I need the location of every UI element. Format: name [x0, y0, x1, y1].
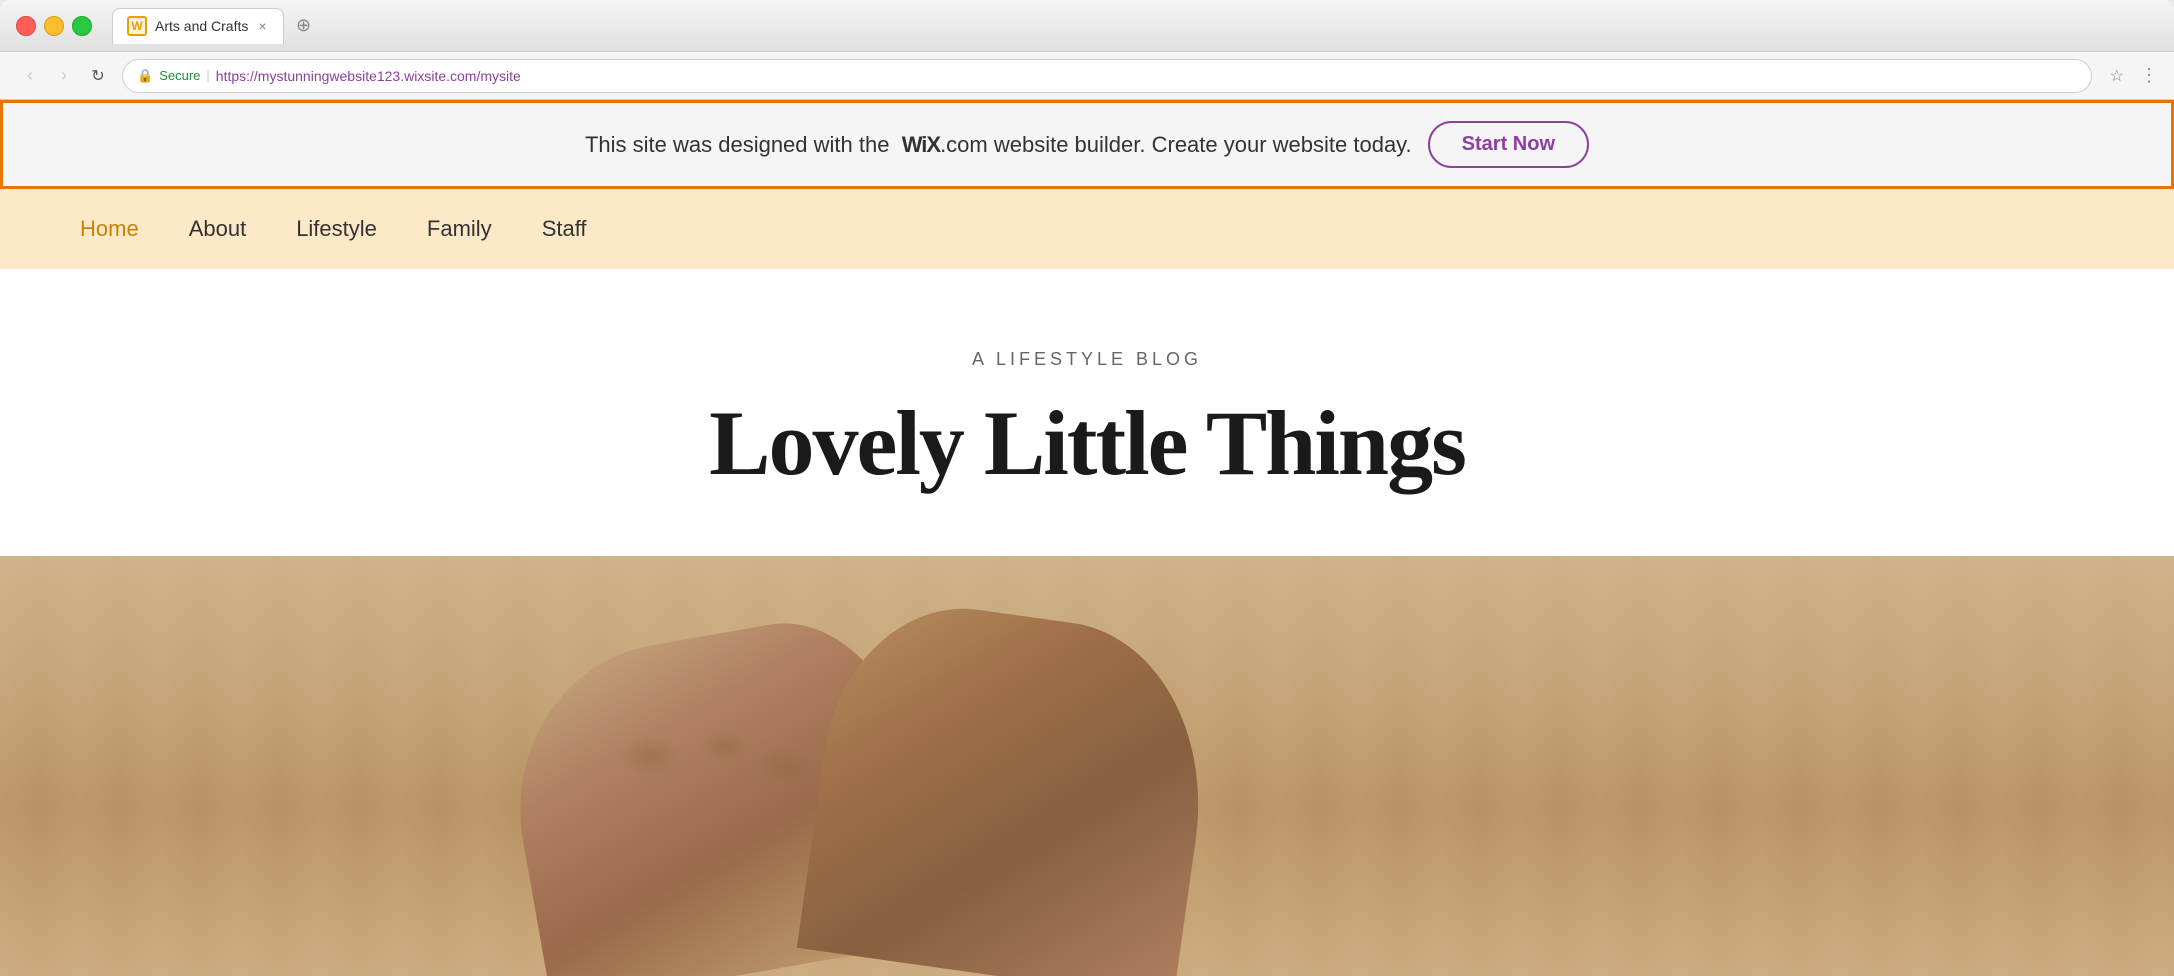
- back-button[interactable]: ‹: [16, 62, 44, 90]
- url-bar[interactable]: 🔒 Secure | https://mystunningwebsite123.…: [122, 59, 2092, 93]
- url-separator: |: [206, 68, 209, 83]
- address-bar: ‹ › ↻ 🔒 Secure | https://mystunningwebsi…: [0, 52, 2174, 100]
- forward-button[interactable]: ›: [50, 62, 78, 90]
- secure-label: Secure: [159, 68, 200, 83]
- minimize-button[interactable]: [44, 16, 64, 36]
- hero-subtitle: A LIFESTYLE BLOG: [0, 349, 2174, 370]
- new-tab-button[interactable]: ⊕: [288, 10, 320, 42]
- site-navigation: Home About Lifestyle Family Staff: [0, 189, 2174, 269]
- close-button[interactable]: [16, 16, 36, 36]
- nav-item-staff[interactable]: Staff: [542, 208, 587, 250]
- browser-tab[interactable]: W Arts and Crafts ×: [112, 8, 284, 44]
- more-options-icon[interactable]: ⋮: [2140, 65, 2158, 86]
- traffic-lights: [16, 16, 92, 36]
- nav-item-family[interactable]: Family: [427, 208, 492, 250]
- hero-image: [0, 556, 2174, 976]
- tab-close-button[interactable]: ×: [256, 18, 268, 34]
- browser-content: This site was designed with the WiX.com …: [0, 100, 2174, 976]
- tab-bar: W Arts and Crafts × ⊕: [112, 8, 2158, 44]
- hero-title: Lovely Little Things: [0, 390, 2174, 496]
- wix-banner: This site was designed with the WiX.com …: [0, 100, 2174, 189]
- url-display: https://mystunningwebsite123.wixsite.com…: [216, 68, 2077, 84]
- browser-window: W Arts and Crafts × ⊕ ‹ › ↻ 🔒 Secure |: [0, 0, 2174, 976]
- reload-button[interactable]: ↻: [84, 62, 112, 90]
- nav-item-home[interactable]: Home: [80, 208, 139, 250]
- start-now-button[interactable]: Start Now: [1428, 121, 1589, 168]
- nav-item-lifestyle[interactable]: Lifestyle: [296, 208, 377, 250]
- secure-lock-icon: 🔒: [137, 68, 153, 84]
- nav-item-about[interactable]: About: [189, 208, 247, 250]
- hands-photo: [0, 556, 2174, 976]
- tab-favicon-icon: W: [127, 16, 147, 36]
- hand-right: [797, 591, 1223, 976]
- tab-title: Arts and Crafts: [155, 18, 248, 34]
- banner-text-before: This site was designed with the WiX.com …: [585, 132, 1412, 158]
- wix-logo: WiX: [902, 132, 940, 157]
- bookmark-icon[interactable]: ☆: [2110, 66, 2124, 86]
- hero-section: A LIFESTYLE BLOG Lovely Little Things: [0, 269, 2174, 556]
- maximize-button[interactable]: [72, 16, 92, 36]
- title-bar: W Arts and Crafts × ⊕: [0, 0, 2174, 52]
- nav-buttons: ‹ › ↻: [16, 62, 112, 90]
